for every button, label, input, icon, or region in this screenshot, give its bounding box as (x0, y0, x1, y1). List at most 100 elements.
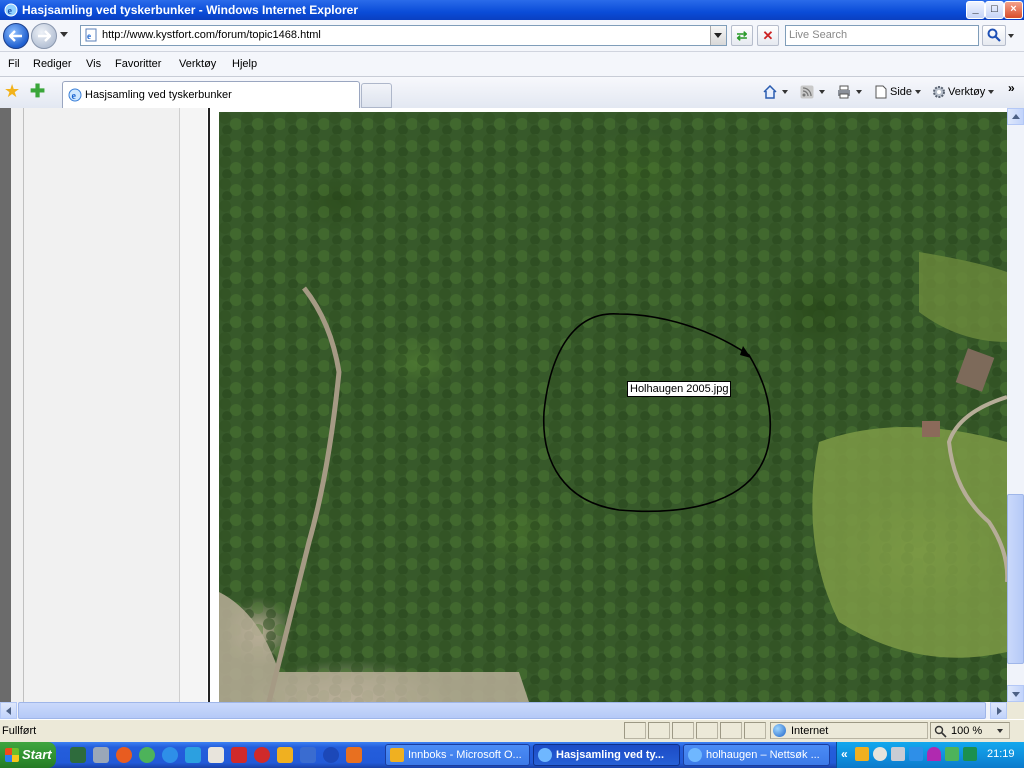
system-tray: « 21:19 (836, 742, 1024, 768)
address-field[interactable]: e http://www.kystfort.com/forum/topic146… (80, 25, 727, 46)
scroll-left-button[interactable] (0, 702, 17, 719)
chevron-down-icon (856, 90, 862, 94)
app-quicklaunch-icon[interactable] (346, 747, 362, 763)
tray-app-icon[interactable] (855, 747, 869, 761)
hand-quicklaunch-icon[interactable] (208, 747, 224, 763)
add-favorite-icon[interactable]: ✚ (30, 82, 45, 100)
taskbar: Start Innboks - Microsoft O... Hasjsamli… (0, 742, 1024, 768)
status-cell (696, 722, 718, 739)
zoom-icon (934, 725, 947, 738)
tray-clock-icon[interactable] (873, 747, 887, 761)
svg-text:e: e (87, 31, 91, 41)
security-zone[interactable]: Internet (770, 722, 928, 739)
ie-icon (538, 748, 552, 762)
menu-view[interactable]: Vis (86, 58, 101, 70)
zoom-control[interactable]: 100 % (930, 722, 1010, 739)
scroll-down-button[interactable] (1007, 685, 1024, 702)
search-button[interactable] (982, 25, 1006, 46)
chevron-down-icon (782, 90, 788, 94)
maximize-button[interactable]: □ (985, 1, 1004, 19)
search-placeholder: Live Search (789, 29, 848, 41)
app-quicklaunch-icon[interactable] (231, 747, 247, 763)
new-tab-button[interactable] (361, 83, 392, 108)
refresh-button[interactable]: ⇄ (731, 25, 753, 46)
minimize-button[interactable]: _ (966, 1, 985, 19)
svg-text:e: e (8, 6, 13, 17)
stop-button[interactable]: ✕ (757, 25, 779, 46)
refresh-icon: ⇄ (736, 28, 748, 43)
tools-menu-label: Verktøy (948, 85, 986, 98)
player-quicklaunch-icon[interactable] (323, 747, 339, 763)
app-quicklaunch-icon[interactable] (300, 747, 316, 763)
vertical-scroll-thumb[interactable] (1007, 494, 1024, 664)
back-button[interactable] (3, 23, 29, 49)
menu-help[interactable]: Hjelp (232, 58, 257, 70)
horizontal-scrollbar[interactable] (0, 702, 1007, 719)
scrollbar-corner (1007, 702, 1024, 719)
tray-app-icon[interactable] (963, 747, 977, 761)
tools-quicklaunch-icon[interactable] (93, 747, 109, 763)
chevron-down-icon (997, 729, 1003, 733)
menu-edit[interactable]: Rediger (33, 58, 72, 70)
menu-tools[interactable]: Verktøy (179, 58, 216, 70)
arrow-right-icon (38, 30, 51, 42)
tools-menu-button[interactable]: Verktøy (932, 85, 995, 99)
arrow-left-icon (9, 30, 22, 42)
search-options-dropdown-icon[interactable] (1008, 34, 1014, 38)
search-quicklaunch-icon[interactable] (185, 747, 201, 763)
close-button[interactable]: × (1004, 1, 1023, 19)
outlook-quicklaunch-icon[interactable] (277, 747, 293, 763)
tray-app-icon[interactable] (945, 747, 959, 761)
network-quicklaunch-icon[interactable] (139, 747, 155, 763)
page-gutter (0, 108, 11, 702)
clock: 21:19 (987, 748, 1015, 760)
outlook-icon (390, 748, 404, 762)
taskbar-button-ie[interactable]: Hasjsamling ved ty... (533, 744, 680, 766)
taskbar-button-outlook[interactable]: Innboks - Microsoft O... (385, 744, 530, 766)
page-menu-button[interactable]: Side (874, 85, 922, 99)
aerial-map-image[interactable]: Holhaugen 2005.jpg (219, 112, 1007, 702)
start-button[interactable]: Start (0, 742, 56, 768)
tray-expand-button[interactable]: « (841, 747, 848, 761)
desktop-quicklaunch-icon[interactable] (70, 747, 86, 763)
sidebar-column (24, 108, 180, 702)
menu-file[interactable]: Fil (8, 58, 20, 70)
title-bar: e Hasjsamling ved tyskerbunker - Windows… (0, 0, 1024, 20)
menu-favorites[interactable]: Favoritter (115, 58, 161, 70)
horizontal-scroll-thumb[interactable] (18, 702, 986, 719)
ie-quicklaunch-icon[interactable] (162, 747, 178, 763)
tab-title: Hasjsamling ved tyskerbunker (85, 89, 232, 101)
address-toolbar: e http://www.kystfort.com/forum/topic146… (0, 20, 1024, 52)
feeds-button[interactable] (800, 85, 825, 99)
history-dropdown-icon[interactable] (60, 32, 68, 37)
firefox-quicklaunch-icon[interactable] (116, 747, 132, 763)
media-quicklaunch-icon[interactable] (254, 747, 270, 763)
more-commands-button[interactable]: » (1008, 81, 1015, 95)
forward-button[interactable] (31, 23, 57, 49)
address-url: http://www.kystfort.com/forum/topic1468.… (102, 29, 321, 41)
tab-active[interactable]: e Hasjsamling ved tyskerbunker (62, 81, 360, 108)
home-button[interactable] (763, 85, 788, 99)
print-button[interactable] (837, 85, 862, 99)
search-input[interactable]: Live Search (785, 25, 979, 46)
page-content: Holhaugen 2005.jpg (0, 108, 1007, 702)
task-label: holhaugen – Nettsøk ... (706, 749, 820, 761)
map-overlay (219, 112, 1007, 702)
favorites-star-icon[interactable]: ★ (4, 82, 20, 100)
vertical-scrollbar[interactable] (1007, 108, 1024, 702)
left-panel (11, 108, 24, 702)
status-cell (720, 722, 742, 739)
house-roof (922, 421, 940, 437)
divider-line (208, 108, 210, 702)
gear-icon (933, 86, 945, 98)
taskbar-button-search[interactable]: holhaugen – Nettsøk ... (683, 744, 830, 766)
tray-umbrella-icon[interactable] (927, 747, 941, 761)
svg-text:e: e (72, 91, 77, 102)
tray-network-icon[interactable] (891, 747, 905, 761)
window-title: Hasjsamling ved tyskerbunker - Windows I… (22, 3, 358, 17)
address-dropdown-button[interactable] (710, 26, 726, 45)
ie-logo-icon: e (4, 3, 18, 17)
tray-app-icon[interactable] (909, 747, 923, 761)
scroll-right-button[interactable] (990, 702, 1007, 719)
scroll-up-button[interactable] (1007, 108, 1024, 125)
